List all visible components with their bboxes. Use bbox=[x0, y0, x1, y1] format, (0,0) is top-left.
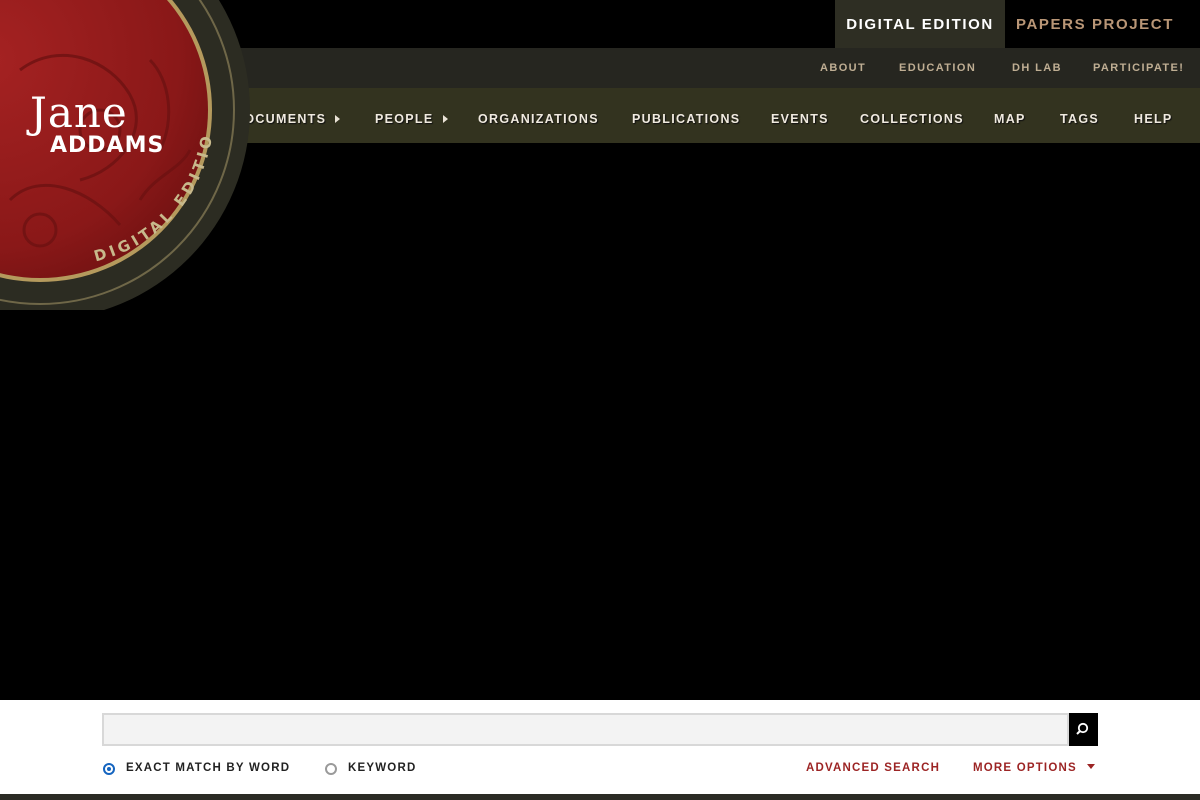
nav-collections[interactable]: COLLECTIONS bbox=[860, 88, 964, 151]
more-options-label: MORE OPTIONS bbox=[973, 762, 1077, 774]
advanced-search-link[interactable]: ADVANCED SEARCH bbox=[806, 762, 940, 774]
nav-about[interactable]: ABOUT bbox=[820, 48, 866, 88]
tab-papers-project[interactable]: PAPERS PROJECT bbox=[1005, 0, 1185, 48]
nav-help[interactable]: HELP bbox=[1134, 88, 1173, 151]
footer-edge bbox=[0, 794, 1200, 800]
search-input[interactable] bbox=[102, 713, 1069, 746]
logo-jane: Jane bbox=[30, 88, 128, 137]
nav-organizations[interactable]: ORGANIZATIONS bbox=[478, 88, 599, 151]
exact-match-label[interactable]: EXACT MATCH BY WORD bbox=[126, 762, 290, 774]
tab-digital-edition[interactable]: DIGITAL EDITION bbox=[835, 0, 1005, 48]
caret-right-icon bbox=[442, 115, 448, 123]
nav-people[interactable]: PEOPLE bbox=[375, 88, 448, 151]
caret-right-icon bbox=[335, 115, 341, 123]
nav-map[interactable]: MAP bbox=[994, 88, 1026, 151]
search-panel: EXACT MATCH BY WORD KEYWORD ADVANCED SEA… bbox=[0, 700, 1200, 794]
keyword-radio[interactable] bbox=[325, 763, 337, 775]
nav-publications[interactable]: PUBLICATIONS bbox=[632, 88, 740, 151]
nav-dh-lab[interactable]: DH LAB bbox=[1012, 48, 1062, 88]
nav-events[interactable]: EVENTS bbox=[771, 88, 829, 151]
more-options-button[interactable]: MORE OPTIONS bbox=[973, 762, 1095, 774]
search-button[interactable] bbox=[1069, 713, 1098, 746]
keyword-label[interactable]: KEYWORD bbox=[348, 762, 416, 774]
search-icon bbox=[1076, 722, 1089, 735]
nav-education[interactable]: EDUCATION bbox=[899, 48, 976, 88]
nav-people-label: PEOPLE bbox=[375, 112, 434, 126]
nav-tags[interactable]: TAGS bbox=[1060, 88, 1099, 151]
logo-addams: ADDAMS bbox=[50, 133, 165, 158]
chevron-down-icon bbox=[1086, 764, 1095, 769]
exact-match-radio[interactable] bbox=[103, 763, 115, 775]
site-logo[interactable]: DIGITAL EDITION Jane ADDAMS bbox=[0, 0, 260, 310]
nav-participate[interactable]: PARTICIPATE! bbox=[1093, 48, 1184, 88]
